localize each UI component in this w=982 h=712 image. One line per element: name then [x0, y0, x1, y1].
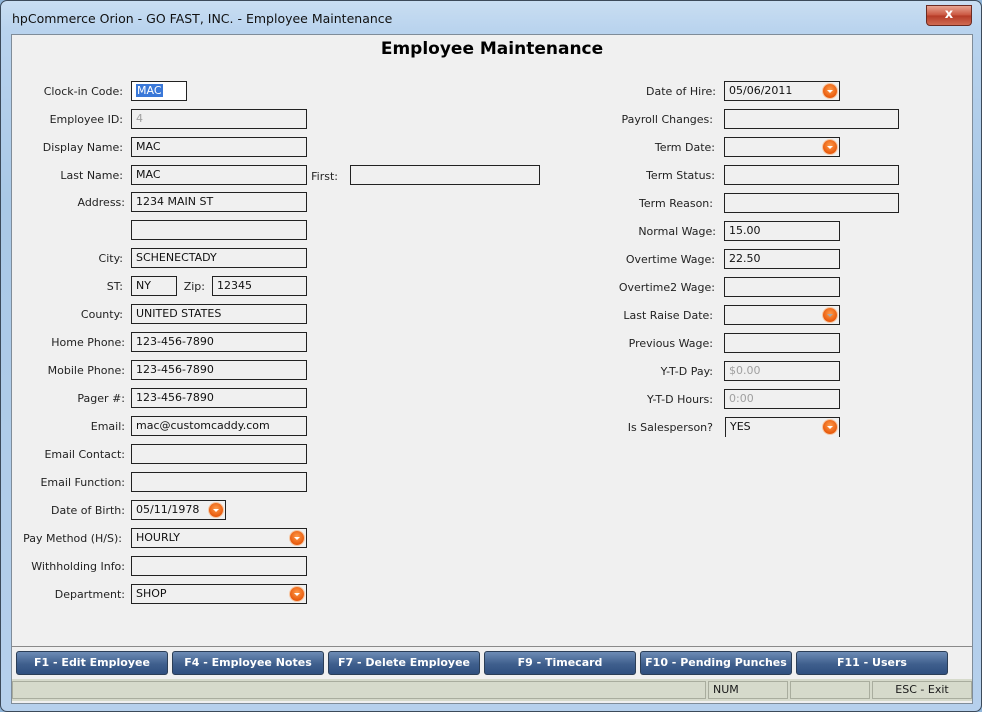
form-area: Employee Maintenance Clock-in Code: MAC …	[11, 34, 973, 704]
withholding-input[interactable]	[131, 556, 307, 576]
pay-method-value: HOURLY	[136, 531, 181, 544]
email-input[interactable]: mac@customcaddy.com	[131, 416, 307, 436]
overtime-wage-input[interactable]: 22.50	[724, 249, 840, 269]
payroll-changes-input[interactable]	[724, 109, 899, 129]
mobile-phone-input[interactable]: 123-456-7890	[131, 360, 307, 380]
ytd-pay-field: $0.00	[724, 361, 840, 381]
state-input[interactable]: NY	[131, 276, 177, 296]
edit-employee-button[interactable]: F1 - Edit Employee	[16, 651, 168, 675]
close-button[interactable]: x	[926, 5, 972, 26]
address-line1-input[interactable]: 1234 MAIN ST	[131, 192, 307, 212]
pay-method-select[interactable]: HOURLY	[131, 528, 307, 548]
pending-punches-button[interactable]: F10 - Pending Punches	[640, 651, 792, 675]
term-date-label: Term Date:	[654, 141, 715, 154]
pager-label: Pager #:	[77, 392, 125, 405]
dropdown-icon[interactable]	[290, 587, 304, 601]
address-label: Address:	[77, 196, 125, 209]
first-name-input[interactable]	[350, 165, 540, 185]
department-label: Department:	[54, 588, 125, 601]
dob-label: Date of Birth:	[50, 504, 125, 517]
app-window: hpCommerce Orion - GO FAST, INC. - Emplo…	[0, 0, 982, 712]
salesperson-label: Is Salesperson?	[627, 421, 713, 434]
term-date-picker[interactable]	[724, 137, 840, 157]
clockin-code-input[interactable]: MAC	[131, 81, 187, 101]
zip-input[interactable]: 12345	[212, 276, 307, 296]
pager-input[interactable]: 123-456-7890	[131, 388, 307, 408]
home-phone-input[interactable]: 123-456-7890	[131, 332, 307, 352]
term-status-label: Term Status:	[646, 169, 715, 182]
clockin-code-value: MAC	[136, 84, 163, 97]
salesperson-value: YES	[730, 420, 751, 433]
salesperson-select[interactable]: YES	[725, 417, 840, 437]
dropdown-icon[interactable]	[823, 308, 837, 322]
hire-date-label: Date of Hire:	[646, 85, 716, 98]
overtime2-wage-label: Overtime2 Wage:	[618, 281, 715, 294]
state-label: ST:	[106, 280, 123, 293]
email-contact-input[interactable]	[131, 444, 307, 464]
last-name-input[interactable]: MAC	[131, 165, 307, 185]
last-raise-label: Last Raise Date:	[623, 309, 713, 322]
home-phone-label: Home Phone:	[51, 336, 125, 349]
employee-id-label: Employee ID:	[49, 113, 123, 126]
city-input[interactable]: SCHENECTADY	[131, 248, 307, 268]
delete-employee-button[interactable]: F7 - Delete Employee	[328, 651, 480, 675]
department-value: SHOP	[136, 587, 167, 600]
dob-value: 05/11/1978	[136, 503, 200, 516]
normal-wage-label: Normal Wage:	[638, 225, 716, 238]
last-name-label: Last Name:	[60, 169, 123, 182]
timecard-button[interactable]: F9 - Timecard	[484, 651, 636, 675]
clockin-label: Clock-in Code:	[43, 85, 123, 98]
email-function-label: Email Function:	[40, 476, 125, 489]
normal-wage-input[interactable]: 15.00	[724, 221, 840, 241]
dropdown-icon[interactable]	[823, 140, 837, 154]
window-title: hpCommerce Orion - GO FAST, INC. - Emplo…	[12, 11, 393, 26]
hire-date-picker[interactable]: 05/06/2011	[724, 81, 840, 101]
hire-date-value: 05/06/2011	[729, 84, 793, 97]
dropdown-icon[interactable]	[290, 531, 304, 545]
page-title: Employee Maintenance	[380, 39, 604, 59]
previous-wage-input[interactable]	[724, 333, 840, 353]
email-label: Email:	[90, 420, 125, 433]
last-raise-date-picker[interactable]	[724, 305, 840, 325]
close-icon: x	[944, 7, 954, 22]
status-bar: NUM ESC - Exit	[12, 679, 972, 701]
display-name-input[interactable]: MAC	[131, 137, 307, 157]
county-input[interactable]: UNITED STATES	[131, 304, 307, 324]
pay-method-label: Pay Method (H/S):	[23, 532, 122, 545]
dob-date-picker[interactable]: 05/11/1978	[131, 500, 226, 520]
withholding-label: Withholding Info:	[31, 560, 125, 573]
email-contact-label: Email Contact:	[44, 448, 125, 461]
users-button[interactable]: F11 - Users	[796, 651, 948, 675]
first-name-label: First:	[311, 170, 338, 183]
city-label: City:	[98, 252, 123, 265]
term-status-input[interactable]	[724, 165, 899, 185]
overtime2-wage-input[interactable]	[724, 277, 840, 297]
dropdown-icon[interactable]	[823, 84, 837, 98]
display-name-label: Display Name:	[42, 141, 123, 154]
ytd-hours-field: 0:00	[724, 389, 840, 409]
employee-id-field: 4	[131, 109, 307, 129]
email-function-input[interactable]	[131, 472, 307, 492]
dropdown-icon[interactable]	[823, 420, 837, 434]
zip-label: Zip:	[183, 280, 205, 293]
ytd-hours-label: Y-T-D Hours:	[647, 393, 713, 406]
county-label: County:	[80, 308, 123, 321]
status-esc-exit: ESC - Exit	[872, 681, 972, 699]
status-num-lock: NUM	[708, 681, 788, 699]
payroll-changes-label: Payroll Changes:	[621, 113, 713, 126]
address-line2-input[interactable]	[131, 220, 307, 240]
term-reason-label: Term Reason:	[639, 197, 713, 210]
dropdown-icon[interactable]	[209, 503, 223, 517]
status-pane-main	[12, 681, 706, 699]
ytd-pay-label: Y-T-D Pay:	[660, 365, 713, 378]
previous-wage-label: Previous Wage:	[628, 337, 713, 350]
function-key-bar: F1 - Edit Employee F4 - Employee Notes F…	[12, 646, 972, 680]
department-select[interactable]: SHOP	[131, 584, 307, 604]
mobile-phone-label: Mobile Phone:	[47, 364, 125, 377]
status-pane-3	[790, 681, 870, 699]
term-reason-input[interactable]	[724, 193, 899, 213]
employee-notes-button[interactable]: F4 - Employee Notes	[172, 651, 324, 675]
overtime-wage-label: Overtime Wage:	[625, 253, 715, 266]
